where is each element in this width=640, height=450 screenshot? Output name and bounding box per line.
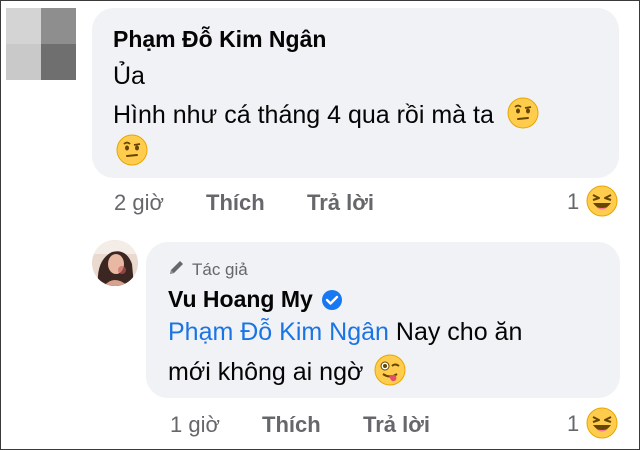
reply-timestamp[interactable]: 1 giờ <box>170 412 220 438</box>
raised-eyebrow-emoji-icon <box>507 97 539 136</box>
avatar-blurred[interactable] <box>6 8 76 80</box>
reply-author-row: Vu Hoang My <box>168 286 343 313</box>
verified-badge-icon <box>321 289 343 311</box>
laughing-emoji-icon[interactable] <box>586 185 618 222</box>
raised-eyebrow-emoji-icon <box>116 134 148 171</box>
author-badge: Tác giả <box>168 258 248 281</box>
reply-author-name[interactable]: Vu Hoang My <box>168 286 313 313</box>
reply-text-content-2: mới không ai ngờ <box>168 358 364 387</box>
mention-link[interactable]: Phạm Đỗ Kim Ngân <box>168 318 389 346</box>
comment-text-content: Hình như cá tháng 4 qua rồi mà ta <box>113 101 494 130</box>
like-button[interactable]: Thích <box>206 190 265 216</box>
reply-button[interactable]: Trả lời <box>307 190 374 216</box>
reply-text-line-2: mới không ai ngờ <box>168 354 406 393</box>
comment-text-line-1: Ủa <box>113 62 145 90</box>
reply-reaction-count[interactable]: 1 <box>567 411 579 437</box>
laughing-emoji-icon[interactable] <box>586 407 618 444</box>
reply-text-line-1: Phạm Đỗ Kim Ngân Nay cho ăn <box>168 318 522 347</box>
avatar-photo[interactable] <box>92 240 138 286</box>
comment-timestamp[interactable]: 2 giờ <box>114 190 164 216</box>
reply-text-content: Nay cho ăn <box>388 318 523 346</box>
comment-text-line-2: Hình như cá tháng 4 qua rồi mà ta <box>113 97 539 136</box>
comment-author-name[interactable]: Phạm Đỗ Kim Ngân <box>113 26 326 53</box>
author-badge-label: Tác giả <box>192 259 248 279</box>
pencil-icon <box>168 258 186 281</box>
reaction-count[interactable]: 1 <box>567 189 579 215</box>
reply-reply-button[interactable]: Trả lời <box>363 412 430 438</box>
winking-tongue-emoji-icon <box>374 354 406 393</box>
reply-like-button[interactable]: Thích <box>262 412 321 438</box>
